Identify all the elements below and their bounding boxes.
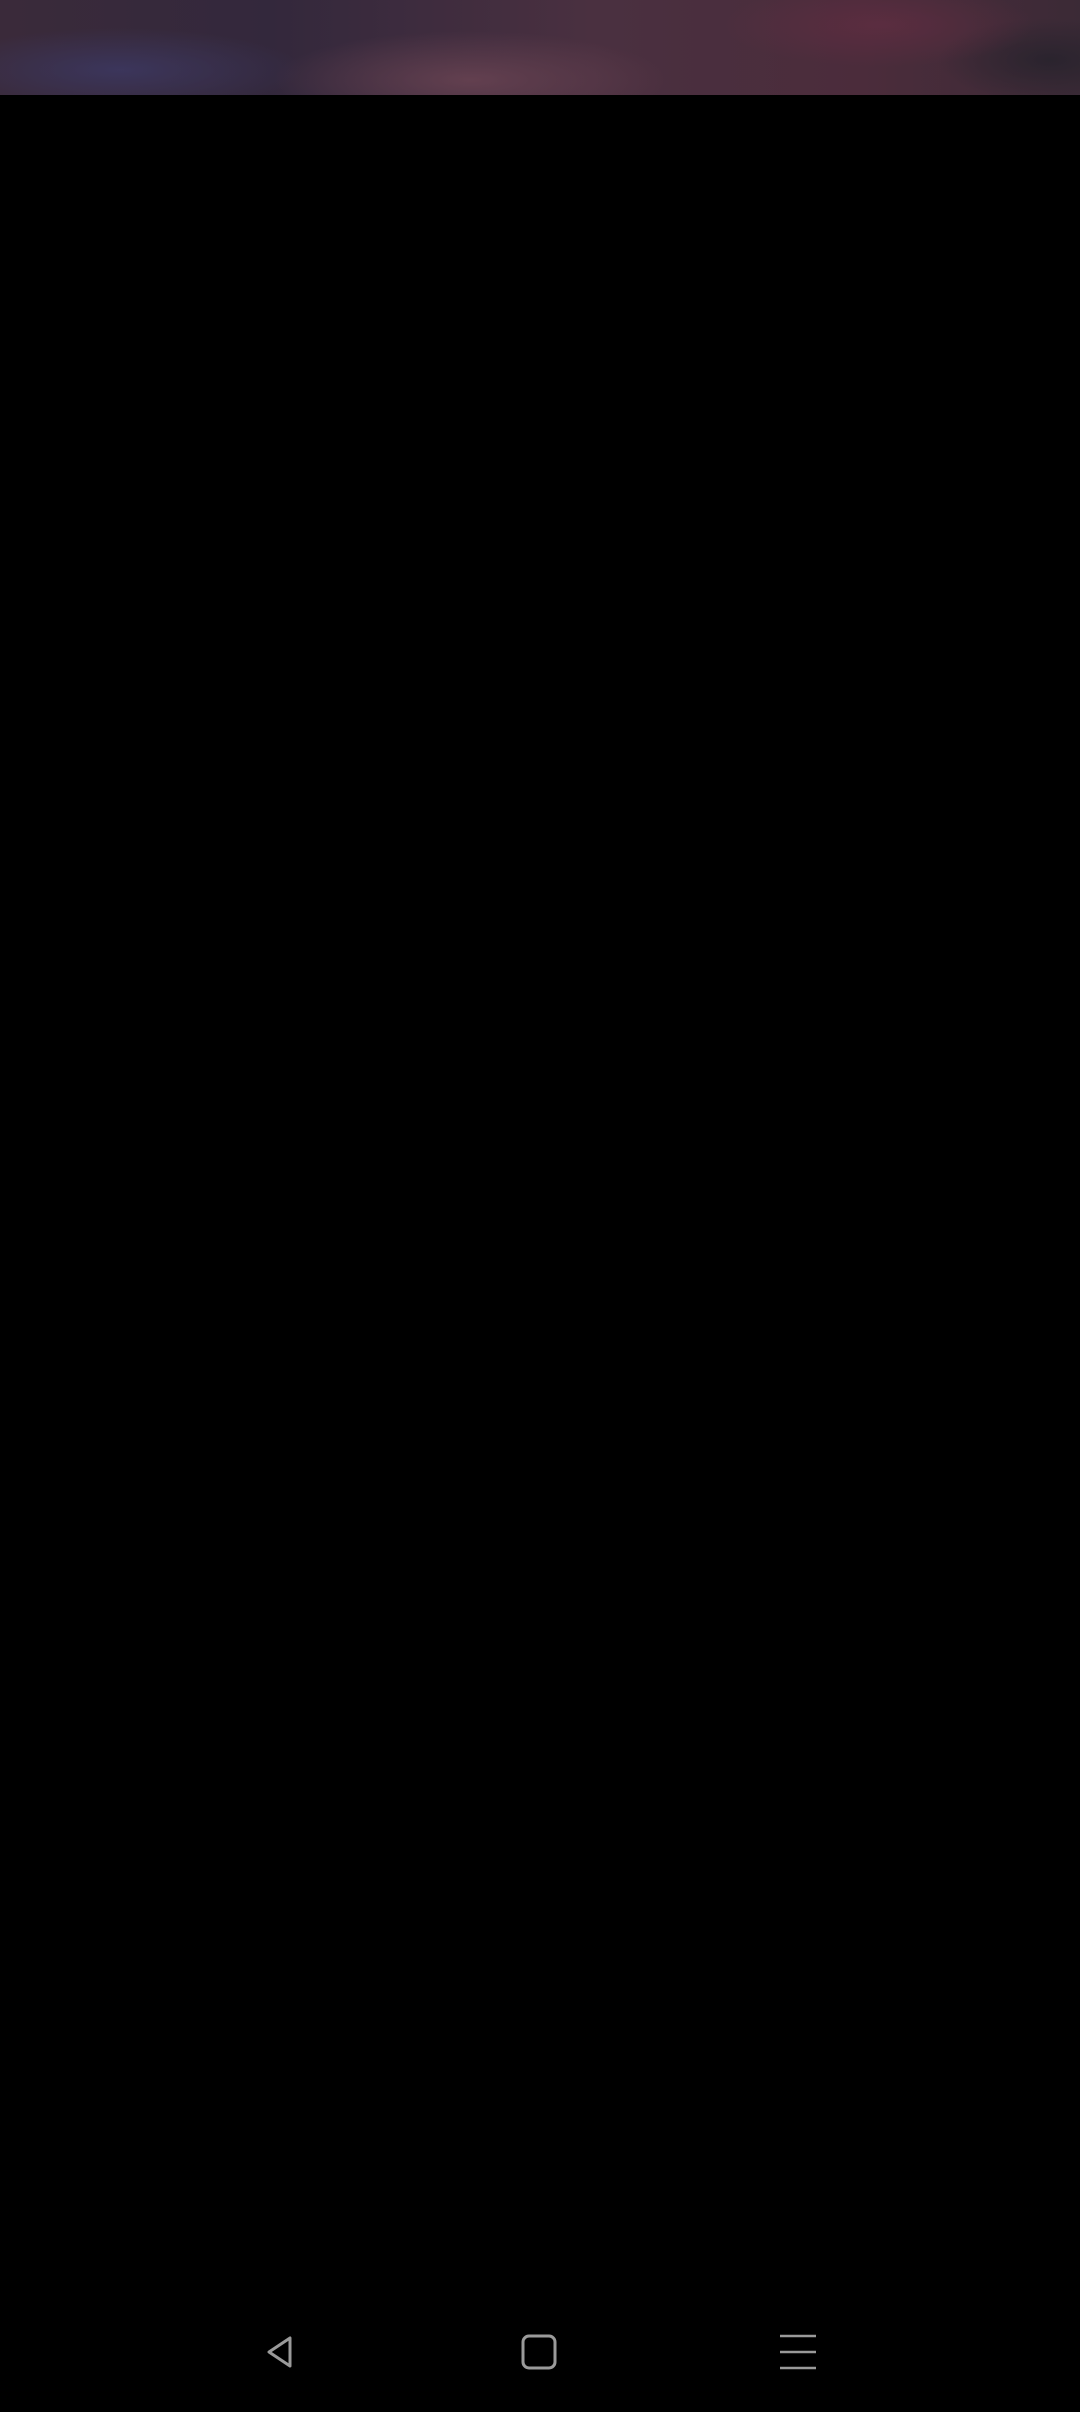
back-button[interactable] (245, 2316, 317, 2388)
navigation-bar (0, 2292, 1080, 2412)
status-bar-background (0, 0, 1080, 95)
home-button[interactable] (503, 2316, 575, 2388)
screen (0, 0, 1080, 2412)
back-triangle-icon (261, 2332, 301, 2372)
menu-lines-icon (778, 2332, 818, 2372)
blank-content-area (0, 95, 1080, 2292)
recent-apps-button[interactable] (762, 2316, 834, 2388)
home-square-icon (519, 2332, 559, 2372)
